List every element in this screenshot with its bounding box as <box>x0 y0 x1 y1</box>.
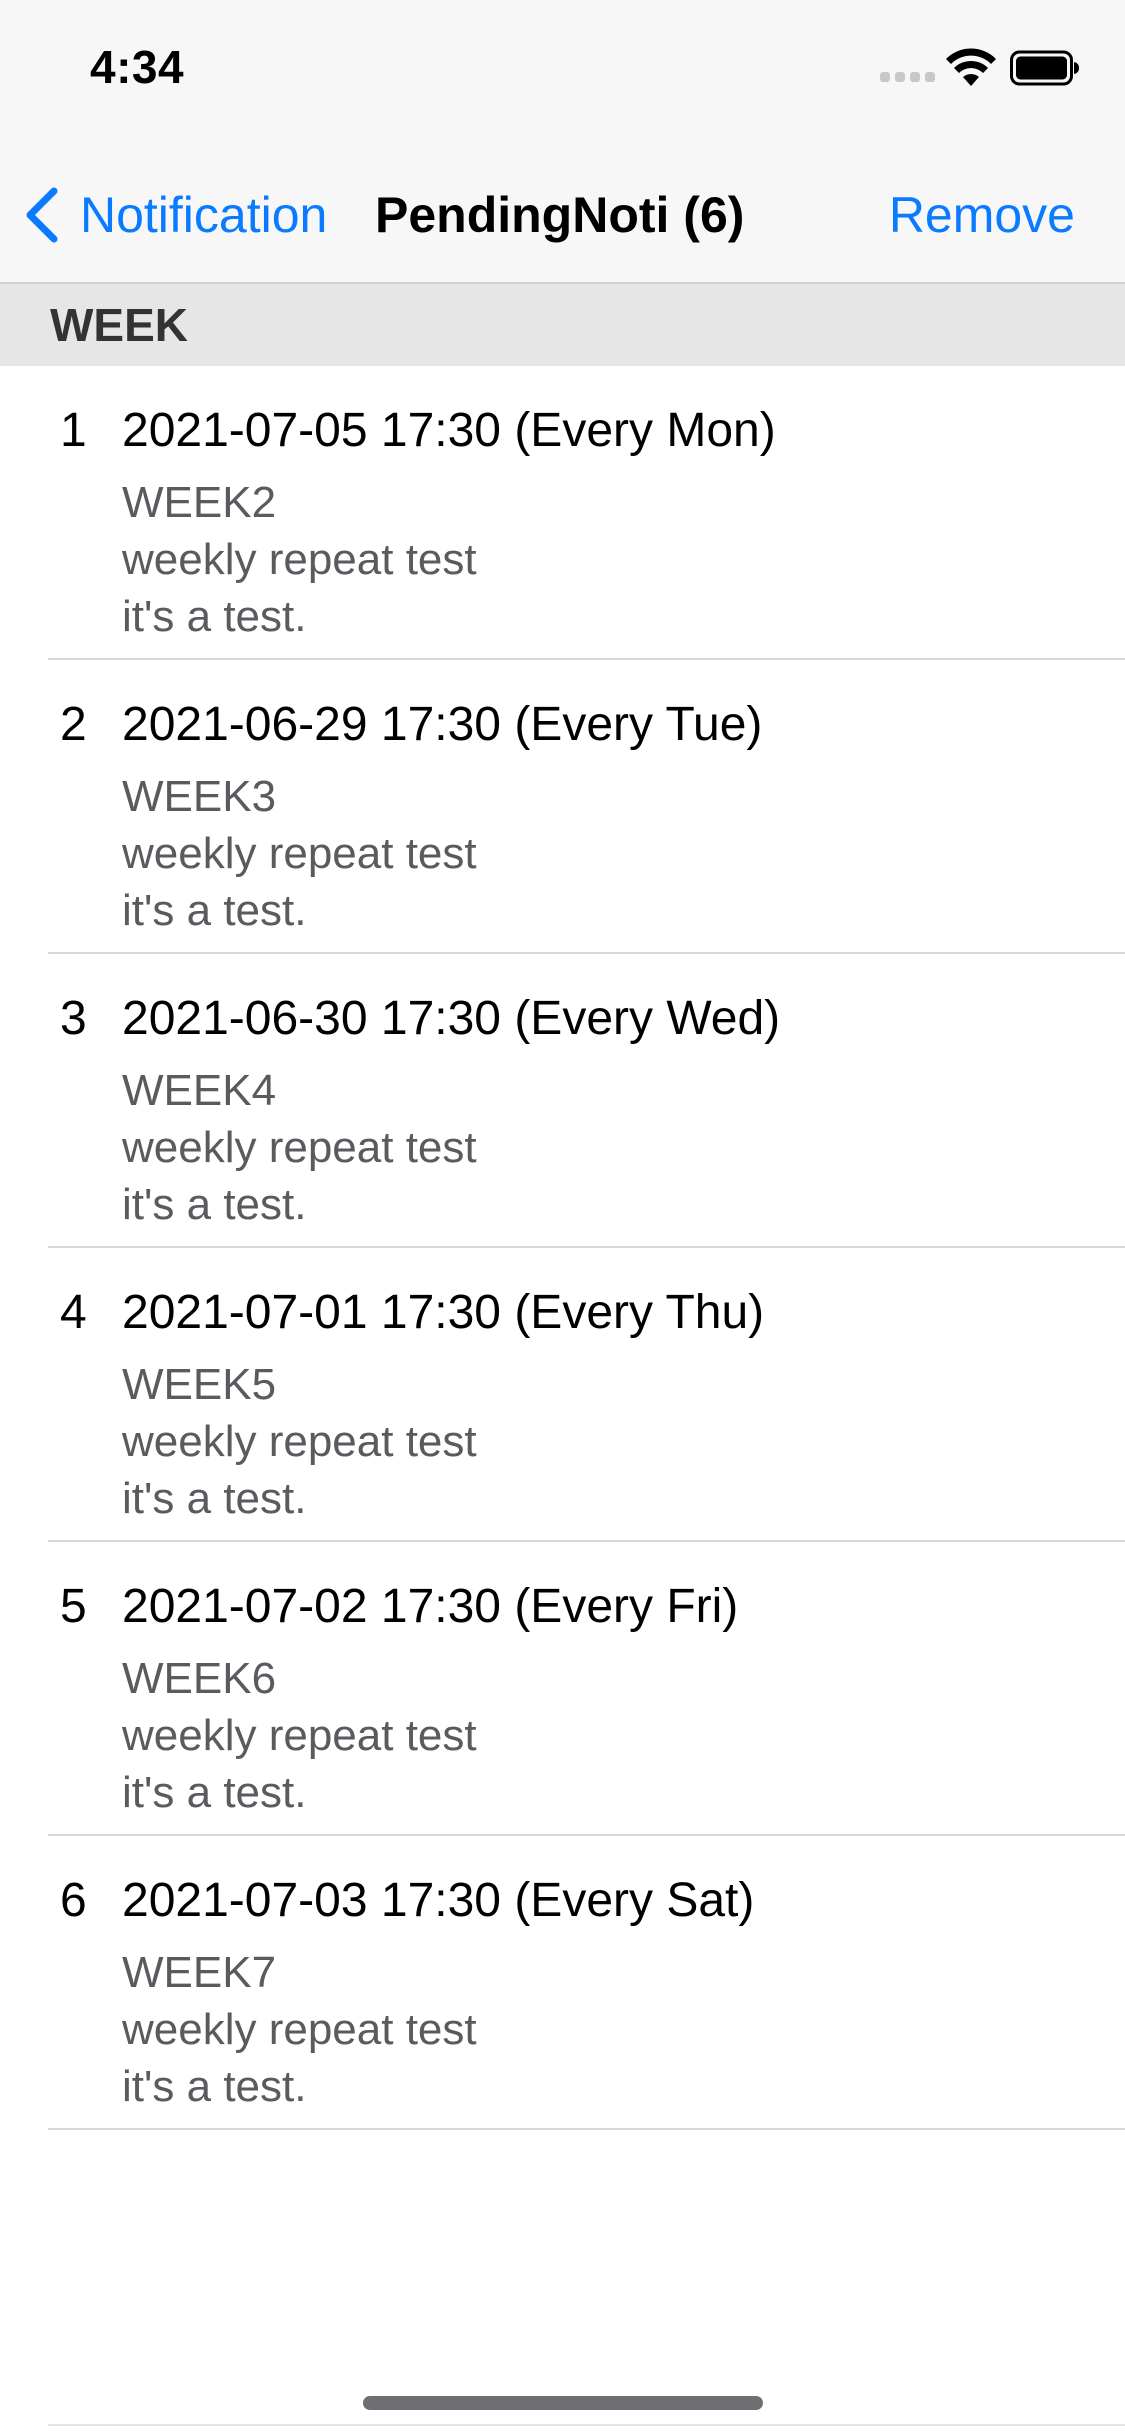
item-index: 6 <box>60 1874 87 1927</box>
item-index: 3 <box>60 992 87 1045</box>
list-item[interactable]: 6 2021-07-03 17:30 (Every Sat) WEEK7 wee… <box>0 1836 1125 2130</box>
item-identifier: WEEK2 <box>122 478 277 527</box>
list-item[interactable]: 4 2021-07-01 17:30 (Every Thu) WEEK5 wee… <box>0 1248 1125 1542</box>
list-item[interactable]: 2 2021-06-29 17:30 (Every Tue) WEEK3 wee… <box>0 660 1125 954</box>
navigation-bar: 4:34 Notification PendingNoti (6) Remove <box>0 0 1125 284</box>
remove-button[interactable]: Remove <box>889 180 1075 250</box>
cellular-signal-icon <box>880 68 936 82</box>
bottom-divider <box>48 2424 1125 2426</box>
list-item[interactable]: 1 2021-07-05 17:30 (Every Mon) WEEK2 wee… <box>0 366 1125 660</box>
item-identifier: WEEK4 <box>122 1066 277 1115</box>
item-subtitle: weekly repeat test <box>122 829 477 878</box>
item-identifier: WEEK6 <box>122 1654 277 1703</box>
item-body: it's a test. <box>122 1180 307 1229</box>
item-title: 2021-07-03 17:30 (Every Sat) <box>122 1874 755 1927</box>
item-subtitle: weekly repeat test <box>122 1417 477 1466</box>
list-item[interactable]: 3 2021-06-30 17:30 (Every Wed) WEEK4 wee… <box>0 954 1125 1248</box>
item-index: 5 <box>60 1580 87 1633</box>
list-item[interactable]: 5 2021-07-02 17:30 (Every Fri) WEEK6 wee… <box>0 1542 1125 1836</box>
row-divider <box>48 2128 1125 2130</box>
back-button-label: Notification <box>80 187 328 243</box>
item-title: 2021-06-30 17:30 (Every Wed) <box>122 992 781 1045</box>
item-subtitle: weekly repeat test <box>122 1711 477 1760</box>
item-identifier: WEEK3 <box>122 772 277 821</box>
item-index: 2 <box>60 698 87 751</box>
item-title: 2021-06-29 17:30 (Every Tue) <box>122 698 763 751</box>
item-index: 4 <box>60 1286 87 1339</box>
back-button[interactable]: Notification <box>22 180 327 250</box>
home-indicator[interactable] <box>363 2396 763 2410</box>
item-body: it's a test. <box>122 592 307 641</box>
chevron-left-icon <box>26 187 58 243</box>
item-identifier: WEEK5 <box>122 1360 277 1409</box>
item-body: it's a test. <box>122 1474 307 1523</box>
notification-list: 1 2021-07-05 17:30 (Every Mon) WEEK2 wee… <box>0 366 1125 2130</box>
item-subtitle: weekly repeat test <box>122 1123 477 1172</box>
item-subtitle: weekly repeat test <box>122 535 477 584</box>
battery-icon <box>1010 50 1079 86</box>
item-title: 2021-07-02 17:30 (Every Fri) <box>122 1580 739 1633</box>
item-body: it's a test. <box>122 1768 307 1817</box>
status-bar-time: 4:34 <box>90 41 185 93</box>
item-body: it's a test. <box>122 2062 307 2111</box>
section-header: WEEK <box>0 284 1125 366</box>
page-title: PendingNoti (6) <box>375 187 745 243</box>
wifi-icon <box>946 48 996 86</box>
item-title: 2021-07-05 17:30 (Every Mon) <box>122 404 776 457</box>
item-body: it's a test. <box>122 886 307 935</box>
section-header-label: WEEK <box>50 299 188 351</box>
item-subtitle: weekly repeat test <box>122 2005 477 2054</box>
item-title: 2021-07-01 17:30 (Every Thu) <box>122 1286 765 1339</box>
item-index: 1 <box>60 404 87 457</box>
item-identifier: WEEK7 <box>122 1948 277 1997</box>
